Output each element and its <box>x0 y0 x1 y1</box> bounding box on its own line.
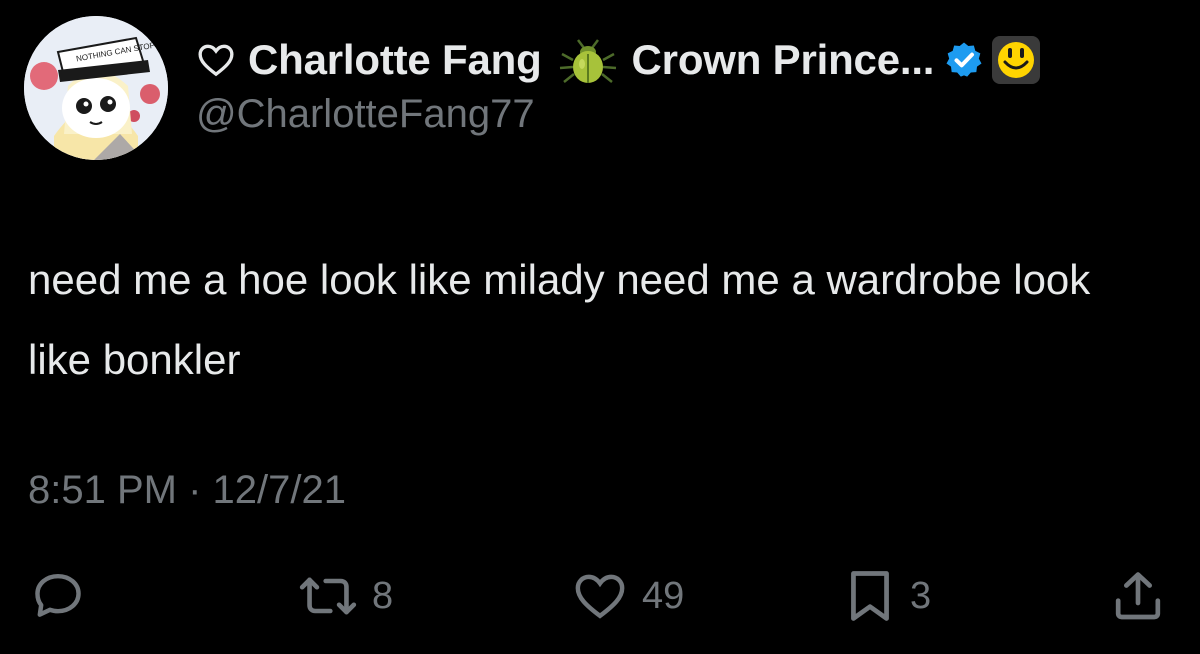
verified-badge-icon[interactable] <box>944 40 984 80</box>
tweet: NOTHING CAN STOP THIS Charlotte Fang Cro… <box>0 0 1200 654</box>
timestamp-separator: · <box>188 468 202 512</box>
tweet-time: 8:51 PM <box>28 468 177 512</box>
retweet-count: 8 <box>372 574 394 617</box>
avatar[interactable]: NOTHING CAN STOP THIS <box>24 16 168 160</box>
avatar-image: NOTHING CAN STOP THIS <box>24 16 168 160</box>
smiley-affiliate-icon[interactable] <box>990 34 1042 86</box>
reply-icon <box>35 573 81 617</box>
reply-button[interactable] <box>30 566 100 626</box>
share-button[interactable] <box>1110 566 1180 626</box>
action-bar: 8 49 3 <box>0 566 1200 626</box>
like-button[interactable]: 49 <box>572 566 684 626</box>
bookmark-button[interactable]: 3 <box>844 566 931 626</box>
bookmark-icon <box>851 571 889 621</box>
author-name-row[interactable]: Charlotte Fang Crown Prince... <box>196 30 1042 90</box>
retweet-button[interactable]: 8 <box>298 566 393 626</box>
bookmark-count: 3 <box>910 574 932 617</box>
display-name-suffix[interactable]: Crown Prince... <box>632 36 935 84</box>
heart-outline-icon <box>196 40 236 80</box>
tweet-timestamp[interactable]: 8:51 PM · 12/7/21 <box>28 468 346 513</box>
beetle-emoji-icon <box>558 34 618 86</box>
like-count: 49 <box>642 574 685 617</box>
display-name[interactable]: Charlotte Fang <box>248 36 542 84</box>
tweet-text: need me a hoe look like milady need me a… <box>28 256 1091 383</box>
retweet-icon <box>299 577 357 615</box>
heart-icon <box>575 574 625 619</box>
share-icon <box>1115 572 1161 620</box>
author-handle[interactable]: @CharlotteFang77 <box>196 92 535 137</box>
tweet-date: 12/7/21 <box>212 468 347 512</box>
